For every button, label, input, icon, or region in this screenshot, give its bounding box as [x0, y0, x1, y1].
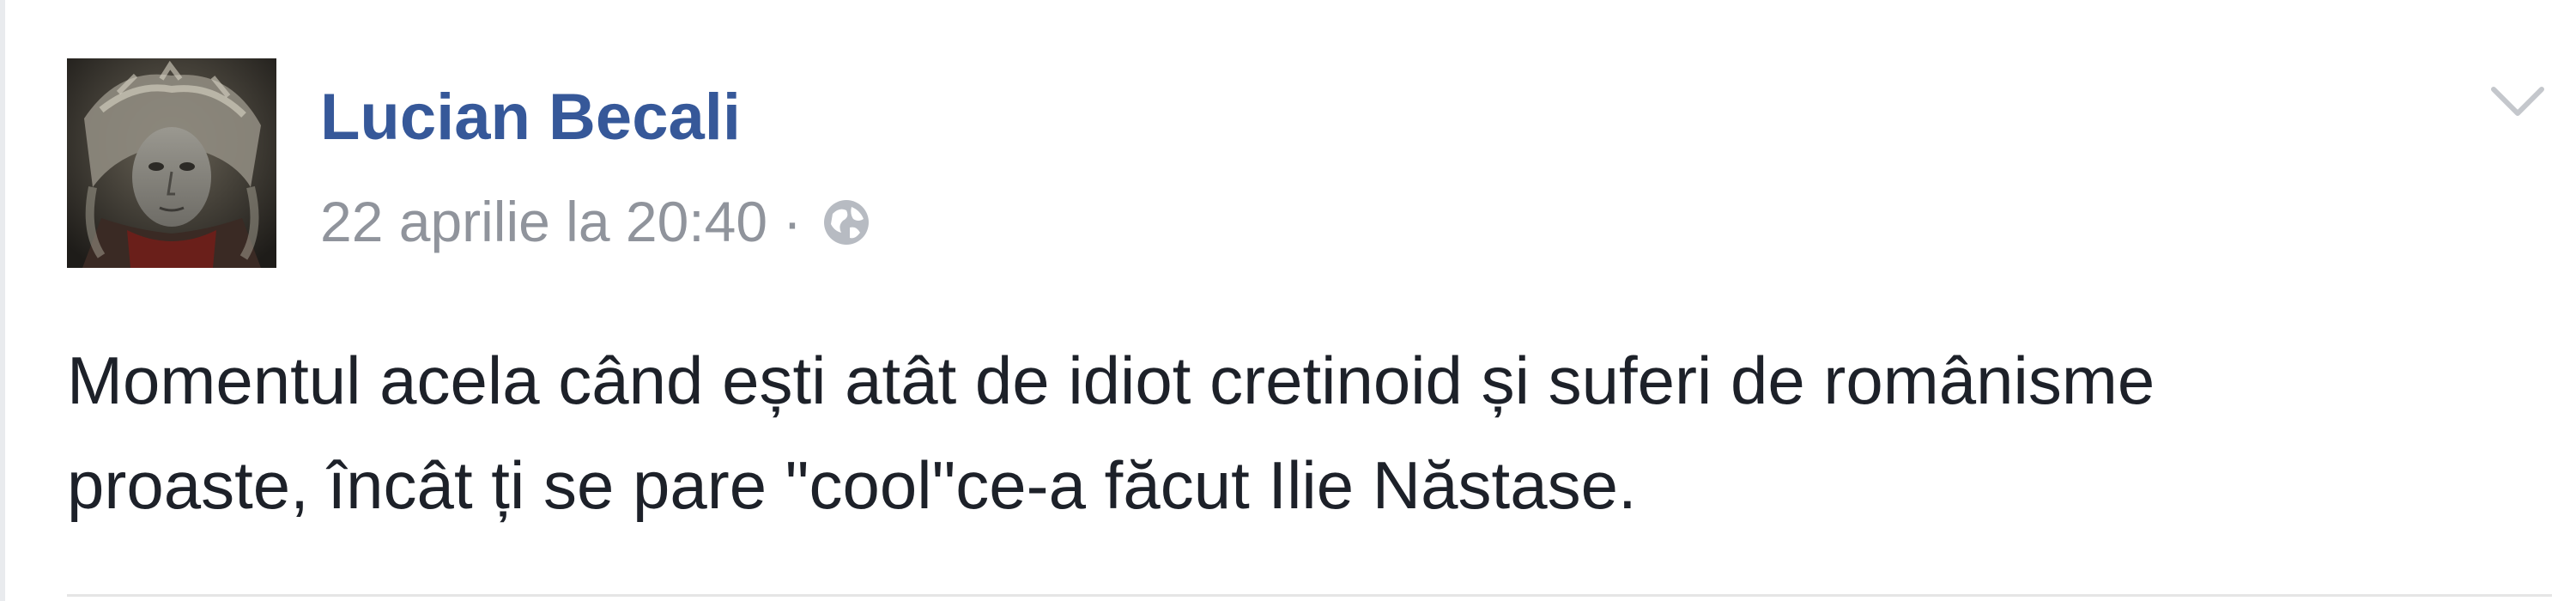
avatar-image — [67, 58, 276, 268]
feed-post: Lucian Becali 22 aprilie la 20:40 · Mome… — [0, 0, 2576, 601]
chevron-down-icon[interactable] — [2485, 67, 2550, 132]
post-text-line: Momentul acela când ești atât de idiot c… — [67, 343, 2155, 418]
post-timestamp[interactable]: 22 aprilie la 20:40 — [320, 189, 767, 254]
author-avatar[interactable] — [67, 58, 276, 268]
post-divider — [67, 594, 2552, 597]
post-border — [0, 0, 5, 601]
author-name-link[interactable]: Lucian Becali — [320, 79, 741, 156]
meta-separator: · — [783, 190, 803, 253]
globe-icon[interactable] — [821, 196, 872, 247]
post-meta: 22 aprilie la 20:40 · — [320, 185, 872, 258]
post-body: Momentul acela când ești atât de idiot c… — [67, 328, 2522, 537]
post-text-line: proaste, încât ți se pare "cool"ce-a făc… — [67, 447, 1637, 523]
